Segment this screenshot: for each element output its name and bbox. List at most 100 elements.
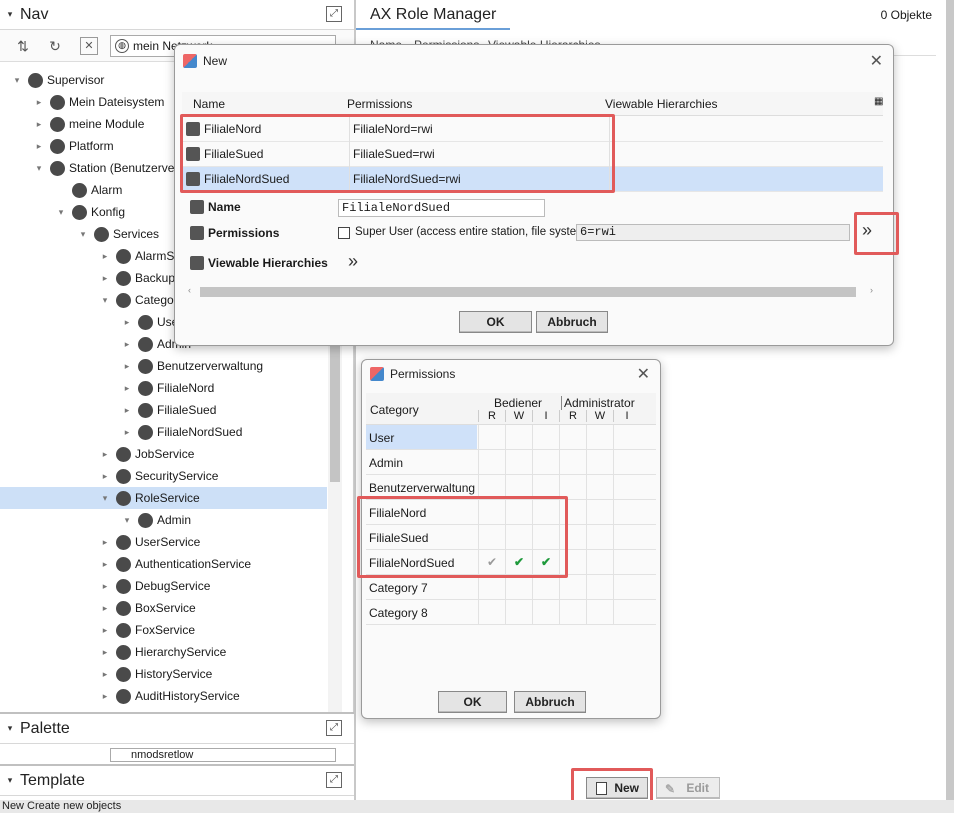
expand-arrow-icon[interactable]: ▸ xyxy=(120,383,134,394)
tab-role-manager[interactable]: AX Role Manager xyxy=(356,0,511,30)
perm-cell[interactable] xyxy=(586,600,613,625)
tree-node[interactable]: ▸ FilialeSued xyxy=(0,399,327,421)
refresh-icon[interactable]: ↻ xyxy=(46,37,64,55)
tree-node[interactable]: ▾ Admin xyxy=(0,509,327,531)
scroll-right-icon[interactable]: › xyxy=(870,285,873,295)
perm-cell[interactable] xyxy=(505,575,532,600)
tree-node[interactable]: ▸ JobService xyxy=(0,443,327,465)
expand-arrow-icon[interactable]: ▸ xyxy=(98,251,112,262)
perm-row[interactable]: User xyxy=(366,425,656,450)
tree-node[interactable]: ▸ DebugService xyxy=(0,575,327,597)
column-permissions[interactable]: Permissions xyxy=(347,97,412,111)
new-hscrollbar[interactable]: ‹ › xyxy=(186,285,880,299)
perm-cell[interactable] xyxy=(613,550,640,575)
expand-arrow-icon[interactable]: ▸ xyxy=(98,691,112,702)
expand-arrow-icon[interactable]: ▾ xyxy=(98,493,112,504)
expand-arrow-icon[interactable]: ▾ xyxy=(76,229,90,240)
collapse-icon[interactable]: ▾ xyxy=(0,723,20,734)
expand-arrow-icon[interactable]: ▸ xyxy=(120,361,134,372)
column-hierarchies[interactable]: Viewable Hierarchies xyxy=(605,97,718,111)
perm-cell[interactable] xyxy=(586,425,613,450)
palette-combo[interactable]: nmodsretlow xyxy=(110,748,336,762)
permissions-field[interactable]: 6=rwi xyxy=(576,224,850,241)
sync-icon[interactable]: ⇅ xyxy=(14,37,32,55)
tree-node[interactable]: ▸ FilialeNordSued xyxy=(0,421,327,443)
tree-node[interactable]: ▸ AuditHistoryService xyxy=(0,685,327,707)
expand-arrow-icon[interactable]: ▾ xyxy=(98,295,112,306)
perm-cell[interactable] xyxy=(478,575,505,600)
expand-arrow-icon[interactable]: ▸ xyxy=(98,273,112,284)
perm-ok-button[interactable]: OK xyxy=(438,691,507,713)
tree-node[interactable]: ▸ HierarchyService xyxy=(0,641,327,663)
name-field[interactable]: FilialeNordSued xyxy=(338,199,545,217)
perm-cell[interactable] xyxy=(613,500,640,525)
close-icon[interactable]: ✕ xyxy=(637,364,650,384)
tree-node[interactable]: ▸ Benutzerverwaltung xyxy=(0,355,327,377)
expand-arrow-icon[interactable]: ▸ xyxy=(98,625,112,636)
new-cancel-button[interactable]: Abbruch xyxy=(536,311,608,333)
perm-cell[interactable] xyxy=(586,575,613,600)
tree-node[interactable]: ▸ FoxService xyxy=(0,619,327,641)
expand-arrow-icon[interactable]: ▾ xyxy=(54,207,68,218)
column-name[interactable]: Name xyxy=(193,97,225,111)
expand-arrow-icon[interactable]: ▸ xyxy=(120,405,134,416)
perm-cell[interactable] xyxy=(505,425,532,450)
new-ok-button[interactable]: OK xyxy=(459,311,532,333)
perm-cell[interactable] xyxy=(586,550,613,575)
perm-cell[interactable] xyxy=(559,575,586,600)
expand-arrow-icon[interactable]: ▸ xyxy=(98,581,112,592)
close-icon[interactable]: ✕ xyxy=(870,51,883,71)
column-menu-icon[interactable]: ▦ xyxy=(874,96,883,107)
close-icon[interactable]: ✕ xyxy=(80,37,98,55)
perm-cell[interactable] xyxy=(478,600,505,625)
maximize-icon[interactable]: ⤢ xyxy=(326,720,342,736)
perm-cancel-button[interactable]: Abbruch xyxy=(514,691,586,713)
perm-row[interactable]: Category 7 xyxy=(366,575,656,600)
expand-arrow-icon[interactable]: ▾ xyxy=(120,515,134,526)
perm-cell[interactable] xyxy=(532,600,559,625)
perm-cell[interactable] xyxy=(613,525,640,550)
expand-arrow-icon[interactable]: ▸ xyxy=(98,647,112,658)
expand-arrow-icon[interactable]: ▸ xyxy=(120,317,134,328)
tree-node[interactable]: ▸ AuthenticationService xyxy=(0,553,327,575)
expand-arrow-icon[interactable]: ▸ xyxy=(32,141,46,152)
new-hscroll-thumb[interactable] xyxy=(200,287,856,297)
perm-cell[interactable] xyxy=(505,600,532,625)
edit-button[interactable]: ✎ Edit xyxy=(656,777,720,799)
perm-cell[interactable] xyxy=(505,450,532,475)
perm-row[interactable]: Admin xyxy=(366,450,656,475)
tree-node[interactable]: ▸ HistoryService xyxy=(0,663,327,685)
tree-node[interactable]: ▸ SecurityService xyxy=(0,465,327,487)
expand-arrow-icon[interactable]: ▸ xyxy=(98,603,112,614)
perm-cell[interactable] xyxy=(559,450,586,475)
collapse-icon[interactable]: ▾ xyxy=(0,9,20,20)
expand-arrow-icon[interactable]: ▸ xyxy=(98,471,112,482)
perm-cell[interactable] xyxy=(478,450,505,475)
perm-cell[interactable] xyxy=(532,575,559,600)
perm-row[interactable]: Category 8 xyxy=(366,600,656,625)
tree-node[interactable]: ▾ RoleService xyxy=(0,487,327,509)
perm-cell[interactable] xyxy=(613,475,640,500)
tree-node[interactable]: ▸ FilialeNord xyxy=(0,377,327,399)
tree-node[interactable]: ▸ UserService xyxy=(0,531,327,553)
expand-arrow-icon[interactable]: ▾ xyxy=(10,75,24,86)
expand-arrow-icon[interactable]: ▸ xyxy=(32,119,46,130)
maximize-icon[interactable]: ⤢ xyxy=(326,772,342,788)
perm-cell[interactable] xyxy=(559,425,586,450)
hierarchies-editor-icon[interactable]: » xyxy=(348,251,358,272)
expand-arrow-icon[interactable]: ▸ xyxy=(120,427,134,438)
expand-arrow-icon[interactable]: ▸ xyxy=(98,669,112,680)
perm-cell[interactable] xyxy=(559,600,586,625)
perm-cell[interactable] xyxy=(532,450,559,475)
tree-node[interactable]: ▸ BoxService xyxy=(0,597,327,619)
perm-cell[interactable] xyxy=(586,475,613,500)
maximize-icon[interactable]: ⤢ xyxy=(326,6,342,22)
expand-arrow-icon[interactable]: ▸ xyxy=(120,339,134,350)
perm-cell[interactable] xyxy=(586,500,613,525)
scroll-left-icon[interactable]: ‹ xyxy=(188,285,191,295)
expand-arrow-icon[interactable]: ▸ xyxy=(98,537,112,548)
perm-cell[interactable] xyxy=(613,450,640,475)
perm-cell[interactable] xyxy=(586,450,613,475)
collapse-icon[interactable]: ▾ xyxy=(0,775,20,786)
perm-cell[interactable] xyxy=(532,425,559,450)
